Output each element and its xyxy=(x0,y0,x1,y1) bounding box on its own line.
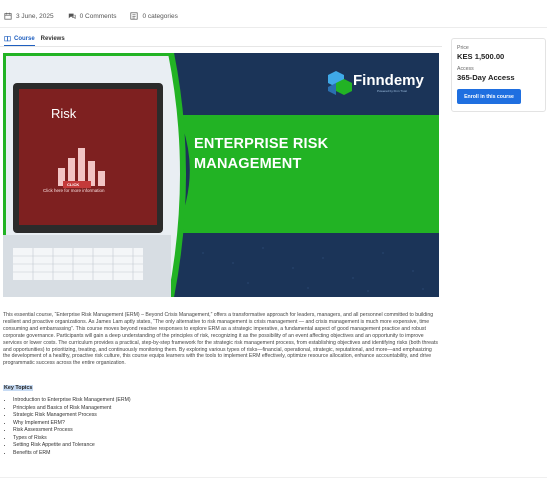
course-tabs: Course Reviews xyxy=(4,35,65,46)
tab-course[interactable]: Course xyxy=(4,35,35,46)
list-item: Principles and Basics of Risk Management xyxy=(13,405,131,413)
enroll-card: Price KES 1,500.00 Access 365-Day Access… xyxy=(451,38,546,112)
access-value: 365-Day Access xyxy=(457,73,515,82)
banner-title-line1: ENTERPRISE RISK xyxy=(194,136,329,152)
list-item: Strategic Risk Management Process xyxy=(13,412,131,420)
meta-comments[interactable]: 0 Comments xyxy=(68,12,117,20)
comments-icon xyxy=(68,13,76,19)
post-meta: 3 June, 2025 0 Comments 0 categories xyxy=(4,10,178,22)
meta-divider xyxy=(0,27,547,28)
screen-button-label: CLICK xyxy=(67,182,80,187)
brand-name: Finndemy xyxy=(353,72,424,89)
list-item: Setting Risk Appetite and Tolerance xyxy=(13,442,131,450)
access-label: Access xyxy=(457,66,474,72)
tab-course-label: Course xyxy=(14,35,35,42)
price-label: Price xyxy=(457,45,469,51)
key-topics-list: Introduction to Enterprise Risk Manageme… xyxy=(13,397,131,457)
list-item: Introduction to Enterprise Risk Manageme… xyxy=(13,397,131,405)
list-icon xyxy=(130,12,139,20)
meta-date: 3 June, 2025 xyxy=(4,12,54,20)
list-item: Risk Assessment Process xyxy=(13,427,131,435)
course-banner: Risk CLICK Click here for more informati… xyxy=(3,53,439,297)
enroll-button[interactable]: Enroll in this course xyxy=(457,89,521,104)
screen-heading: Risk xyxy=(51,106,77,121)
meta-comments-text: 0 Comments xyxy=(79,12,117,20)
price-value: KES 1,500.00 xyxy=(457,52,505,61)
list-item: Types of Risks xyxy=(13,435,131,443)
course-banner-graphic xyxy=(3,53,439,297)
screen-caption: Click here for more information xyxy=(43,188,105,193)
course-description: This essential course, “Enterprise Risk … xyxy=(3,312,438,367)
tabs-divider xyxy=(0,46,442,47)
meta-date-text: 3 June, 2025 xyxy=(16,12,54,20)
book-icon xyxy=(4,36,11,42)
banner-title-line2: MANAGEMENT xyxy=(194,156,302,172)
key-topics-heading: Key Topics xyxy=(3,385,34,391)
list-item: Benefits of ERM xyxy=(13,450,131,458)
tab-reviews-label: Reviews xyxy=(40,36,65,42)
meta-categories[interactable]: 0 categories xyxy=(130,12,178,20)
meta-categories-text: 0 categories xyxy=(142,12,178,20)
list-item: Why Implement ERM? xyxy=(13,420,131,428)
tab-reviews[interactable]: Reviews xyxy=(41,35,65,46)
brand-tagline: Powered by Finn Trust xyxy=(377,89,408,93)
calendar-icon xyxy=(4,12,12,20)
bottom-divider xyxy=(0,477,547,478)
